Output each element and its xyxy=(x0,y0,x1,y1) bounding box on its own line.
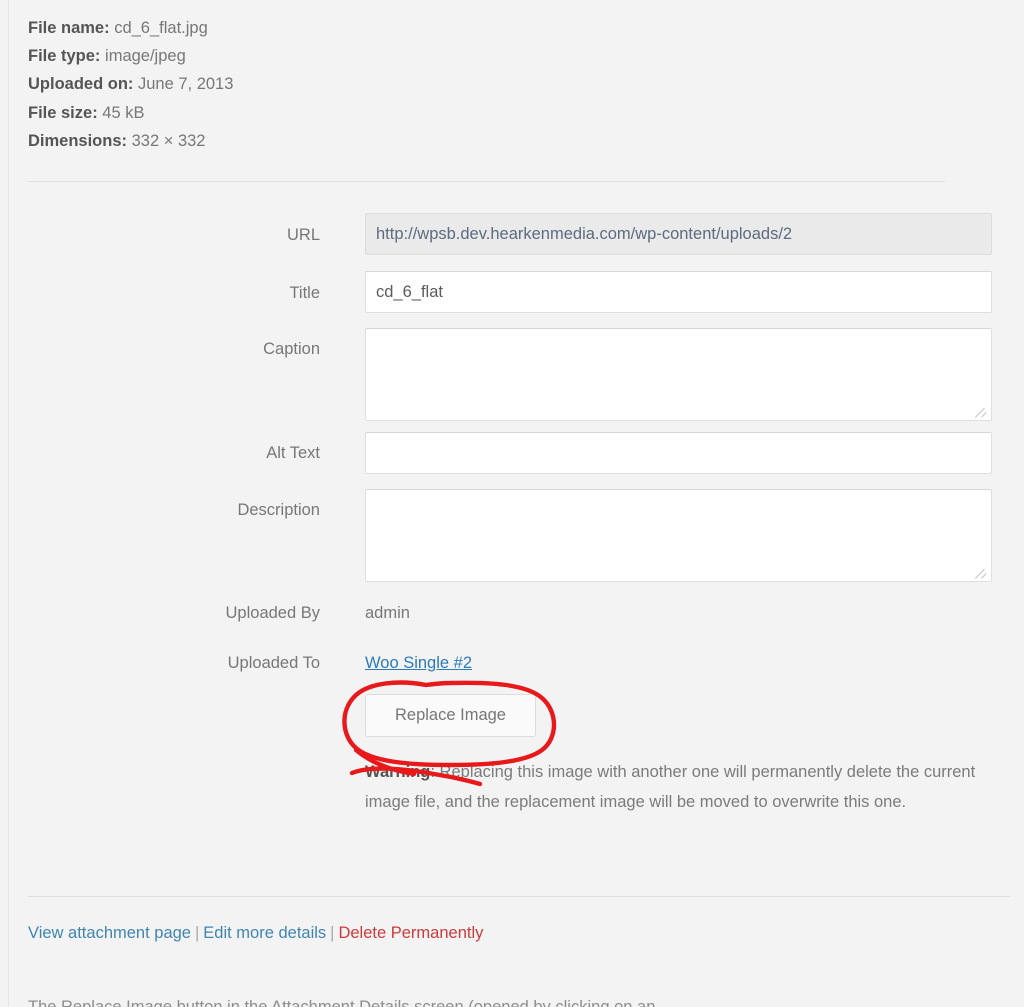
delete-permanently-link[interactable]: Delete Permanently xyxy=(338,924,483,942)
metadata-value: image/jpeg xyxy=(105,47,186,66)
metadata-value: cd_6_flat.jpg xyxy=(114,19,208,37)
metadata-key: File size: xyxy=(28,103,98,122)
alt-text-input[interactable] xyxy=(365,432,992,474)
uploaded-by-value: admin xyxy=(365,604,410,622)
warning-text: : Replacing this image with another one … xyxy=(365,763,976,811)
description-label: Description xyxy=(237,501,320,519)
view-attachment-page-link[interactable]: View attachment page xyxy=(28,924,191,942)
caption-textarea[interactable] xyxy=(365,328,992,421)
metadata-row-dimensions: Dimensions: 332 × 332 xyxy=(28,127,628,155)
uploaded-to-label: Uploaded To xyxy=(227,654,320,672)
description-textarea[interactable] xyxy=(365,489,992,582)
file-metadata-list: File name: cd_6_flat.jpg File type: imag… xyxy=(28,14,628,155)
metadata-row-file-type: File type: image/jpeg xyxy=(28,42,628,70)
uploaded-by-label: Uploaded By xyxy=(225,604,320,622)
url-label: URL xyxy=(286,226,320,244)
replace-image-warning: Warning: Replacing this image with anoth… xyxy=(365,757,1005,817)
panel-left-rule xyxy=(8,0,9,1007)
attachment-actions-links: View attachment page | Edit more details | D… xyxy=(28,921,483,945)
metadata-row-uploaded-on: Uploaded on: June 7, 2013 xyxy=(28,70,628,98)
divider-bottom xyxy=(28,896,1010,897)
metadata-value: 332 × 332 xyxy=(131,131,206,150)
uploaded-to-value: Woo Single #2 xyxy=(365,653,472,673)
metadata-value: June 7, 2013 xyxy=(138,75,234,94)
metadata-value: 45 kB xyxy=(102,103,145,122)
uploaded-to-link[interactable]: Woo Single #2 xyxy=(365,654,472,672)
warning-prefix: Warning xyxy=(365,763,431,781)
title-label: Title xyxy=(289,284,320,302)
caption-label: Caption xyxy=(263,340,320,358)
metadata-row-file-name: File name: cd_6_flat.jpg xyxy=(28,14,628,42)
link-separator: | xyxy=(194,924,200,942)
title-input[interactable] xyxy=(365,271,992,313)
metadata-key: Dimensions: xyxy=(28,131,128,150)
replace-image-button[interactable]: Replace Image xyxy=(365,694,536,737)
metadata-key: Uploaded on: xyxy=(28,75,134,94)
metadata-key: File name: xyxy=(28,19,110,37)
metadata-row-file-size: File size: 45 kB xyxy=(28,99,628,127)
link-separator: | xyxy=(330,924,335,942)
divider-top xyxy=(28,181,945,182)
url-input[interactable] xyxy=(365,213,992,255)
alt-text-label: Alt Text xyxy=(266,444,320,462)
attachment-details-panel: File name: cd_6_flat.jpg File type: imag… xyxy=(0,0,1024,1007)
metadata-key: File type: xyxy=(28,47,101,66)
clipped-caption-text: The Replace Image button in the Attachme… xyxy=(28,998,656,1007)
edit-more-details-link[interactable]: Edit more details xyxy=(203,924,326,942)
